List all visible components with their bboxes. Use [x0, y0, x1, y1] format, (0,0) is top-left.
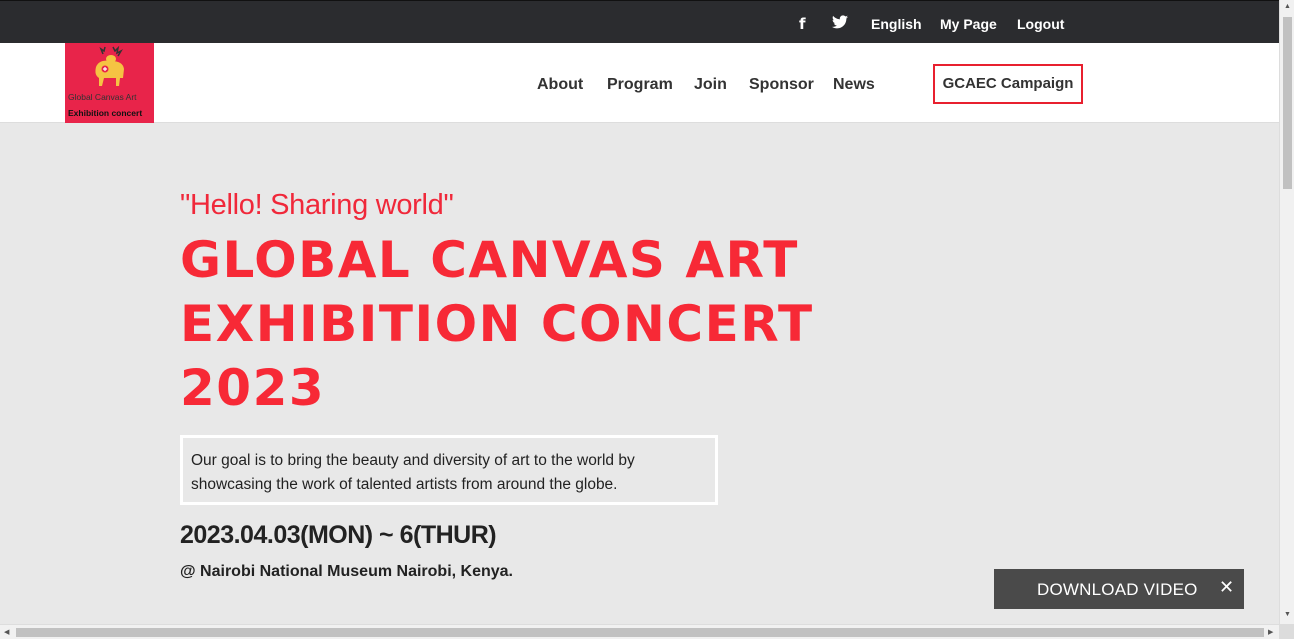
nav-item-join[interactable]: Join — [694, 76, 727, 94]
hero-title: GLOBAL CANVAS ART EXHIBITION CONCERT 202… — [180, 228, 820, 420]
scroll-right-icon[interactable]: ▶ — [1268, 628, 1273, 636]
logout-link[interactable]: Logout — [1017, 16, 1064, 32]
scrollbar-corner — [1279, 624, 1294, 639]
event-venue: @ Nairobi National Museum Nairobi, Kenya… — [180, 563, 513, 580]
horizontal-scrollbar[interactable]: ◀ ▶ — [0, 624, 1279, 639]
hero-title-line2: EXHIBITION CONCERT — [180, 295, 814, 353]
goal-text: Our goal is to bring the beauty and dive… — [191, 452, 635, 493]
twitter-icon[interactable] — [832, 15, 848, 33]
scroll-left-icon[interactable]: ◀ — [4, 628, 9, 636]
site-header: Global Canvas Art Exhibition concert Abo… — [0, 43, 1279, 123]
goal-description-box: Our goal is to bring the beauty and dive… — [180, 435, 718, 505]
language-link[interactable]: English — [871, 16, 922, 32]
horizontal-scroll-thumb[interactable] — [16, 628, 1264, 637]
my-page-link[interactable]: My Page — [940, 16, 997, 32]
nav-item-program[interactable]: Program — [607, 76, 673, 94]
event-date: 2023.04.03(MON) ~ 6(THUR) — [180, 521, 497, 549]
scroll-down-icon[interactable]: ▼ — [1284, 611, 1291, 618]
hero-title-line3: 2023 — [180, 359, 326, 417]
download-video-button[interactable]: DOWNLOAD VIDEO ✕ — [994, 569, 1244, 609]
facebook-icon[interactable]: f — [799, 15, 806, 33]
nav-item-news[interactable]: News — [833, 76, 875, 94]
campaign-button[interactable]: GCAEC Campaign — [933, 64, 1083, 104]
top-bar: f English My Page Logout — [0, 0, 1279, 43]
logo-text-line1: Global Canvas Art — [68, 92, 137, 102]
site-logo[interactable]: Global Canvas Art Exhibition concert — [65, 43, 154, 123]
vertical-scrollbar[interactable]: ▲ ▼ — [1279, 0, 1294, 624]
download-video-label: DOWNLOAD VIDEO — [1037, 580, 1198, 599]
close-icon[interactable]: ✕ — [1219, 577, 1234, 598]
deer-logo-icon — [95, 45, 124, 86]
logo-text-line2: Exhibition concert — [68, 108, 143, 118]
nav-item-about[interactable]: About — [537, 76, 583, 94]
hero-subtitle: "Hello! Sharing world" — [180, 189, 454, 221]
hero-title-line1: GLOBAL CANVAS ART — [180, 231, 799, 289]
nav-item-sponsor[interactable]: Sponsor — [749, 76, 814, 94]
scroll-up-icon[interactable]: ▲ — [1284, 3, 1291, 10]
vertical-scroll-thumb[interactable] — [1283, 17, 1292, 189]
